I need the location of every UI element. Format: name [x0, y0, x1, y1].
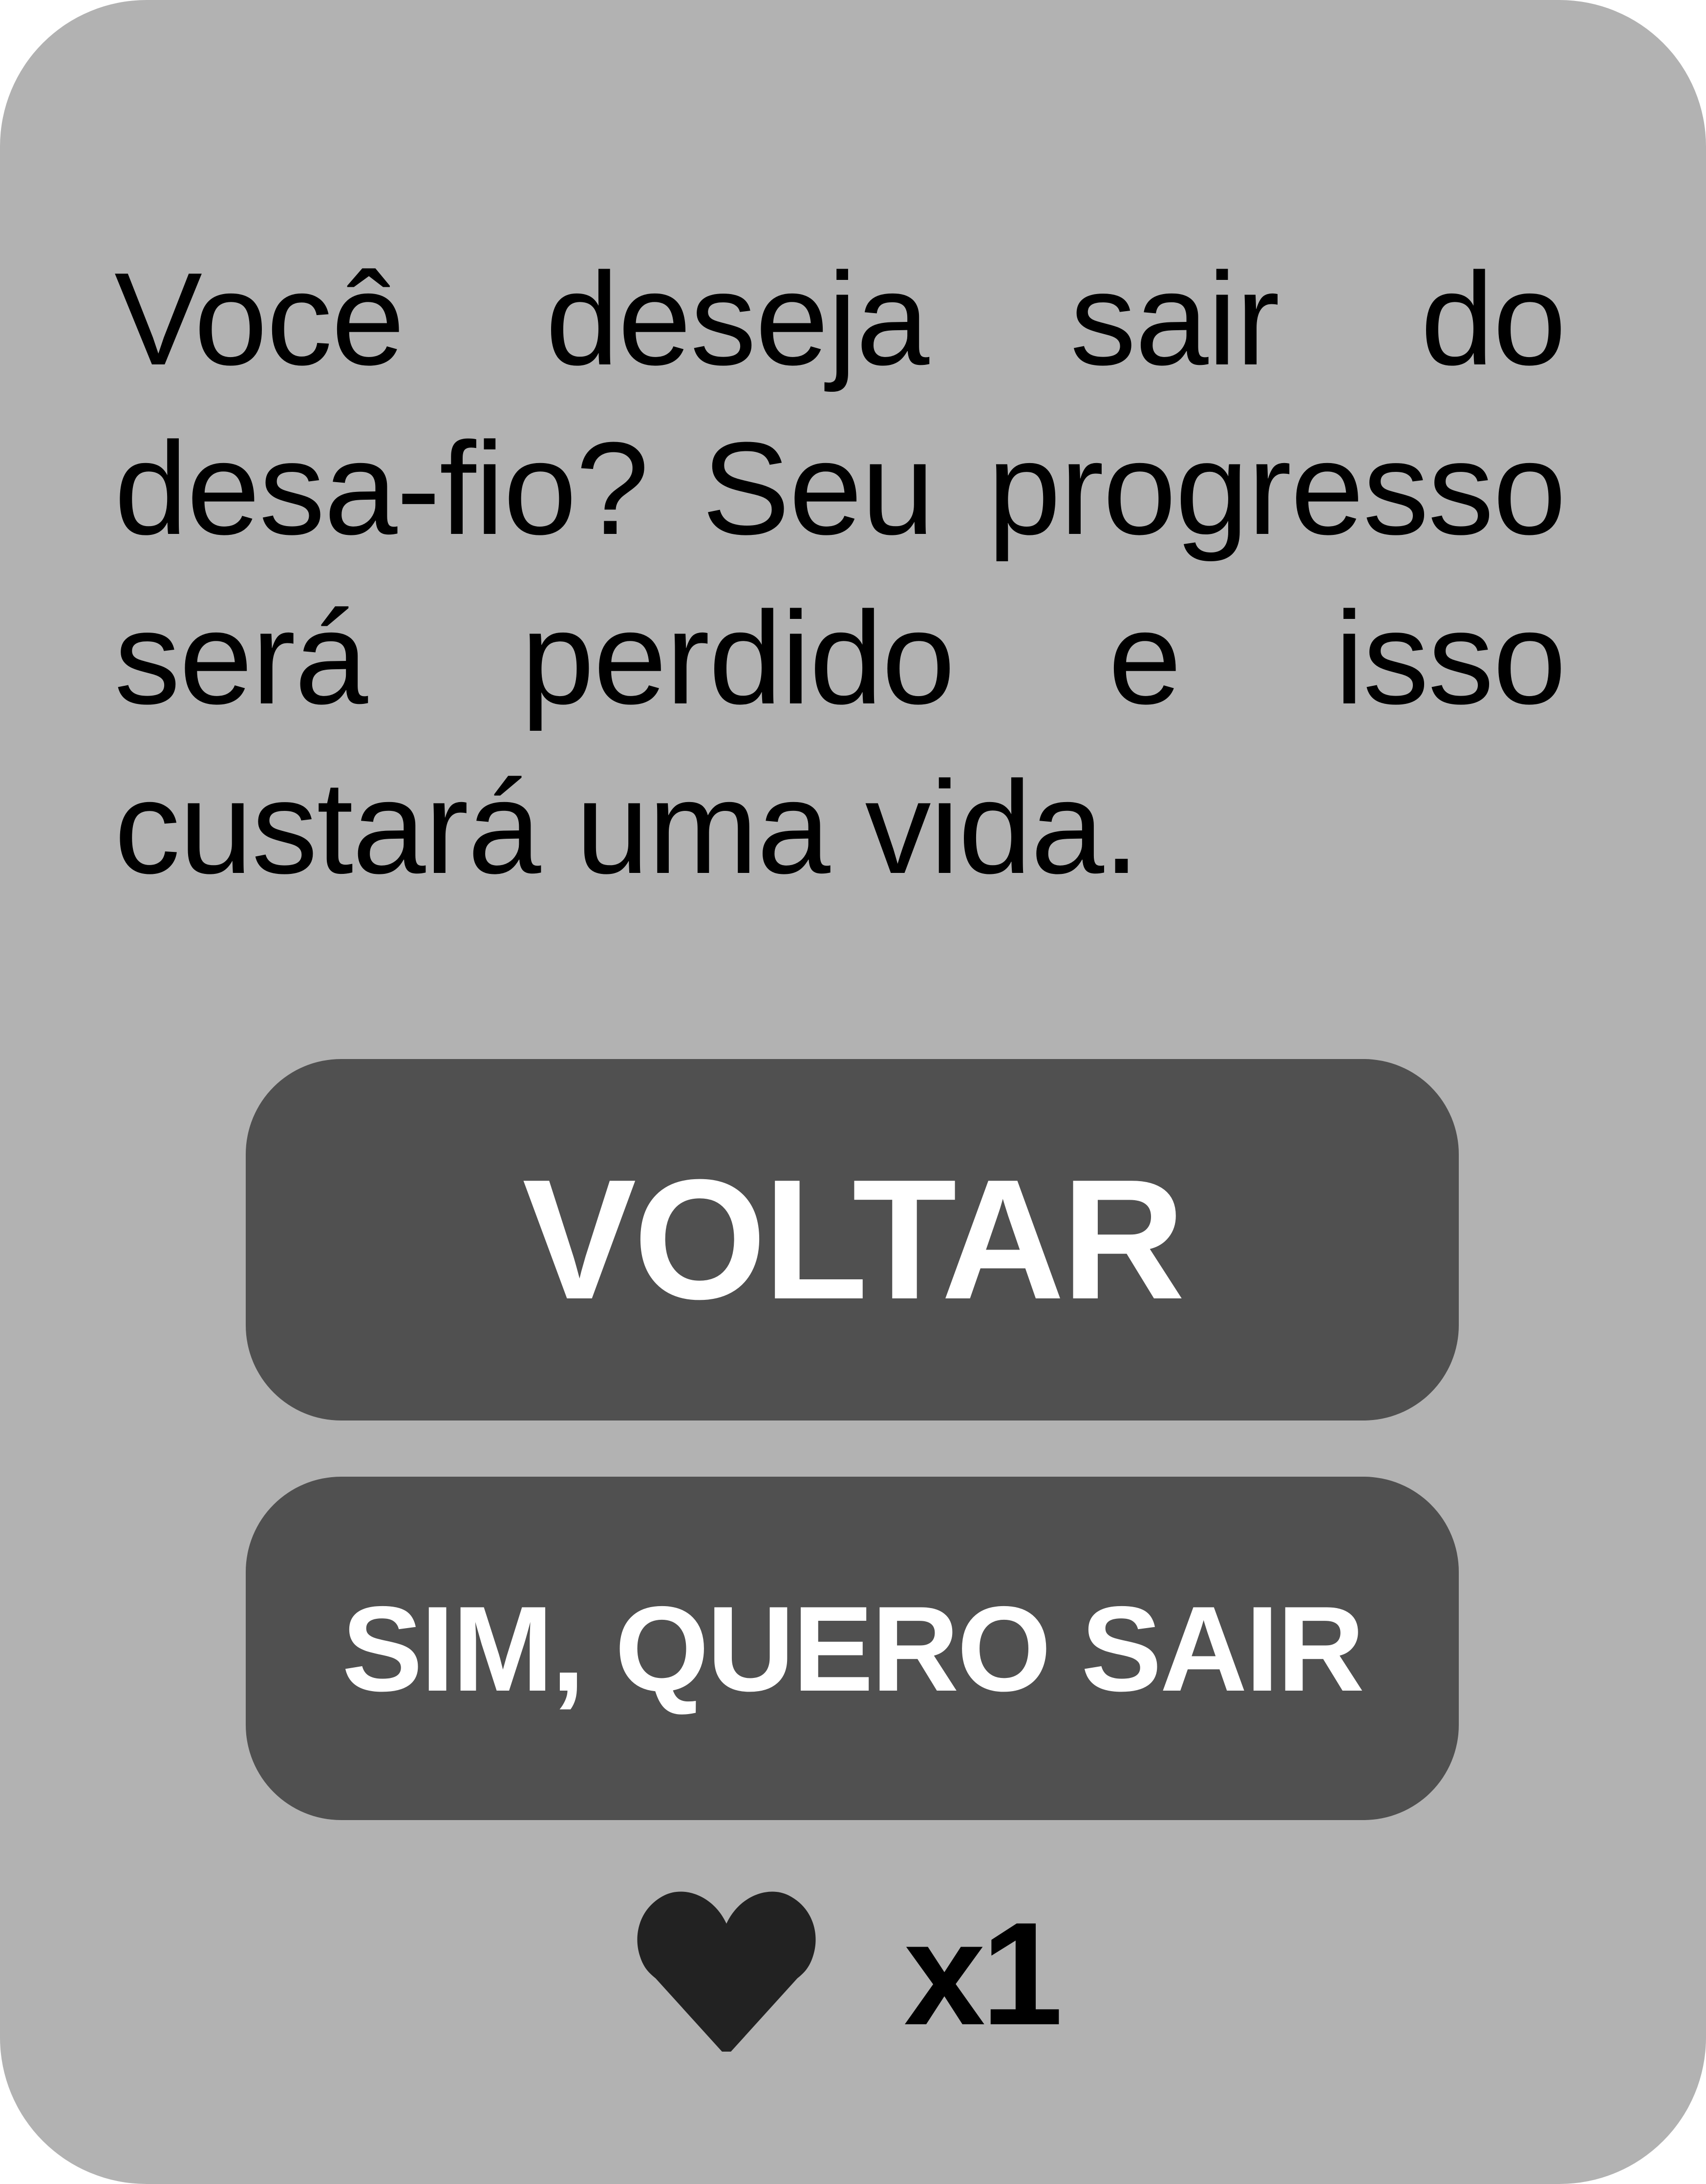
- lives-cost-indicator: x1: [630, 1876, 1063, 2056]
- lives-cost-count: x1: [904, 1891, 1063, 2056]
- exit-challenge-dialog: Você deseja sair do desa-fio? Seu progre…: [0, 0, 1706, 2184]
- confirm-exit-button[interactable]: SIM, QUERO SAIR: [246, 1477, 1459, 1820]
- heart-icon: [637, 1891, 816, 2052]
- dialog-message: Você deseja sair do desa-fio? Seu progre…: [114, 246, 1566, 901]
- back-button[interactable]: VOLTAR: [246, 1059, 1459, 1421]
